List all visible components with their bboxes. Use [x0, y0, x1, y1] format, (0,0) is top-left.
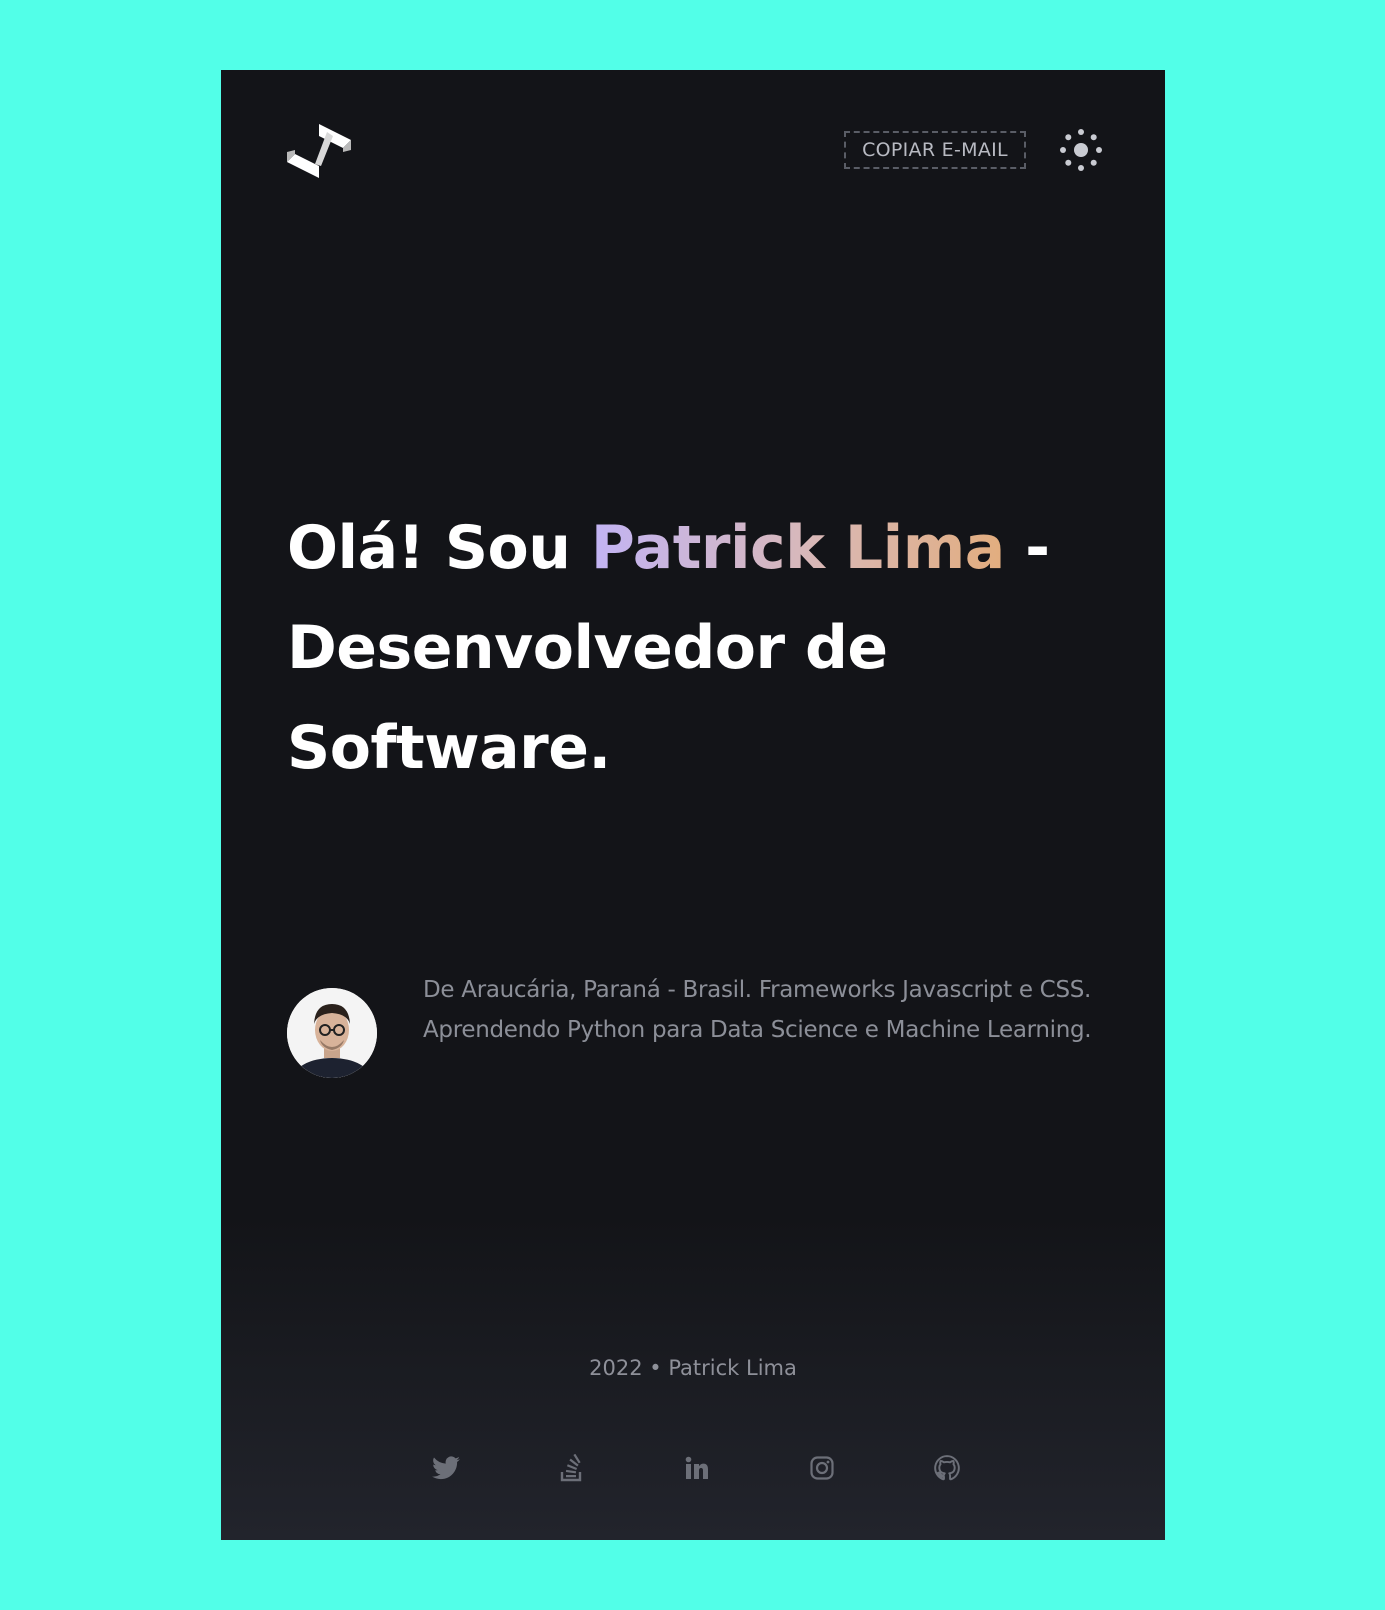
hero-greeting: Olá! Sou [287, 513, 591, 583]
github-icon[interactable] [927, 1448, 967, 1488]
twitter-icon[interactable] [426, 1448, 466, 1488]
instagram-icon[interactable] [802, 1448, 842, 1488]
portfolio-card: COPIAR E-MAIL Olá! Sou Patrick Lima - De… [221, 70, 1165, 1540]
bio-text: De Araucária, Paraná - Brasil. Framework… [423, 977, 1092, 1043]
copy-email-button[interactable]: COPIAR E-MAIL [844, 131, 1026, 169]
copyright-text: 2022 • Patrick Lima [589, 1356, 797, 1380]
linkedin-icon[interactable] [677, 1448, 717, 1488]
social-links [221, 1448, 1165, 1488]
hero-name: Patrick Lima [590, 513, 1005, 583]
stackoverflow-icon[interactable] [552, 1448, 592, 1488]
avatar [287, 988, 377, 1078]
logo-icon[interactable] [287, 124, 351, 178]
profile-photo [287, 988, 377, 1078]
sun-icon[interactable] [1059, 128, 1103, 172]
hero-headline: Olá! Sou Patrick Lima - Desenvolvedor de… [287, 498, 1107, 798]
